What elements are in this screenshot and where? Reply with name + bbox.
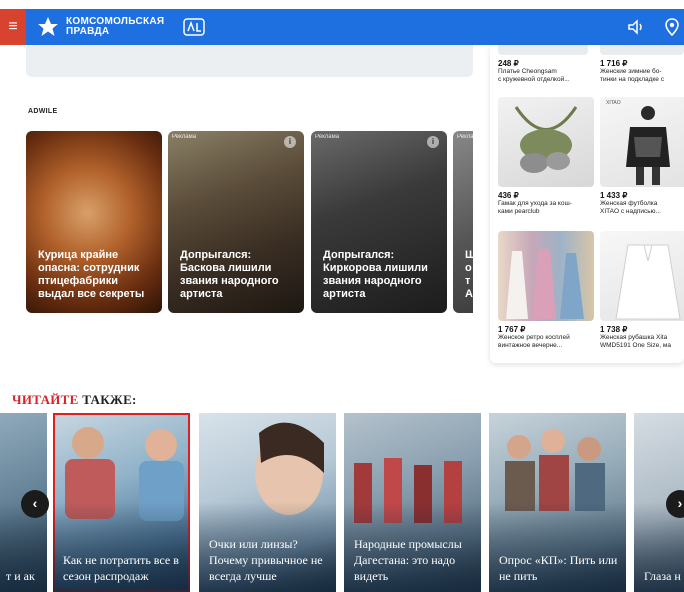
product-name: Платье Cheongsam [498, 68, 557, 75]
site-logo[interactable]: КОМСОМОЛЬСКАЯ ПРАВДА [36, 15, 206, 39]
product-brand-tag: XITAO [606, 100, 621, 106]
article-title: Глаза н сегодн завтра [644, 569, 684, 583]
product-name: Женские зимние бо- [600, 68, 662, 75]
product-name: XITAO с надписью... [600, 208, 661, 215]
retro-dress-image [506, 249, 584, 319]
product-card[interactable]: 248 ₽ Платье Cheongsam с кружевной отдел… [498, 59, 594, 84]
product-name: винтажное вечерне... [498, 342, 563, 349]
product-image [498, 97, 594, 187]
article-card[interactable]: Опрос «КП»: Пить или не пить [489, 413, 626, 592]
read-also-heading: ЧИТАЙТЕ ТАКЖЕ: [12, 392, 137, 408]
product-price: 436 ₽ [498, 191, 519, 200]
ad-card-title: Допрыгался: Киркорова лишили звания наро… [323, 249, 428, 300]
ad-card[interactable]: Курица крайне опасна: сотрудник птицефаб… [26, 131, 162, 313]
info-icon[interactable]: i [284, 136, 296, 148]
product-image [600, 231, 684, 321]
product-card[interactable]: XITAO 1 433 ₽ Женская футболка XITAO с н… [600, 97, 684, 216]
ad-card[interactable]: Реклама i Допрыгался: Киркорова лишили з… [311, 131, 447, 313]
menu-button[interactable]: ≡ [0, 9, 26, 45]
product-name: ками pearclub [498, 208, 540, 215]
ad-card-title: Ш о т А [465, 249, 473, 300]
ad-badge: Реклама [172, 134, 197, 140]
product-price: 1 433 ₽ [600, 191, 628, 200]
ad-card-title: Допрыгался: Баскова лишили звания народн… [180, 249, 279, 300]
product-name: Женская футболка [600, 200, 658, 207]
article-title: Опрос «КП»: Пить или не пить [499, 553, 618, 583]
info-icon[interactable]: i [427, 136, 439, 148]
product-name: Женская рубашка Xita [600, 334, 668, 341]
speaker-icon[interactable] [626, 17, 646, 37]
ad-card[interactable]: Реклама i Допрыгался: Баскова лишили зва… [168, 131, 304, 313]
ad-badge: Реклама [457, 134, 473, 140]
site-header: ≡ КОМСОМОЛЬСКАЯ ПРАВДА [0, 9, 684, 45]
ad-network-label: ADWILE [28, 108, 58, 115]
product-name: WMD5191 One Size, ма [600, 342, 671, 349]
product-image-placeholder [600, 45, 684, 55]
product-price: 1 716 ₽ [600, 59, 628, 68]
white-shirt-image [615, 244, 681, 320]
article-card[interactable]: Как не потратить все в сезон распродаж [53, 413, 190, 592]
read-also-heading-red: ЧИТАЙТЕ [12, 392, 79, 407]
ad-card[interactable]: Реклама Ш о т А [453, 131, 473, 313]
product-price: 1 767 ₽ [498, 325, 526, 334]
product-card[interactable]: 436 ₽ Гамак для ухода за кош- ками pearc… [498, 97, 594, 216]
article-card[interactable]: Народные промыслы Дагестана: это надо ви… [344, 413, 481, 592]
article-title: Народные промыслы Дагестана: это надо ви… [354, 537, 462, 583]
location-pin-icon[interactable] [662, 17, 682, 37]
logo-ru-icon [183, 18, 205, 36]
logo-star-icon [38, 17, 58, 36]
product-card[interactable]: 1 716 ₽ Женские зимние бо- тинки на подк… [600, 59, 684, 84]
read-also-heading-dark: ТАКЖЕ: [82, 392, 137, 407]
article-title: Как не потратить все в сезон распродаж [63, 553, 179, 583]
product-name: тинки на подкладке с [600, 76, 664, 83]
product-price: 248 ₽ [498, 59, 519, 68]
article-title: т и ак [6, 569, 35, 583]
hammock-cat-image [514, 106, 578, 173]
product-card[interactable]: 1 738 ₽ Женская рубашка Xita WMD5191 One… [600, 231, 684, 350]
product-image [498, 231, 594, 321]
article-card[interactable]: Очки или линзы? Почему привычное не всег… [199, 413, 336, 592]
tshirt-model-image [626, 106, 670, 185]
product-name: Женское ретро косплей [498, 334, 570, 341]
logo-text: КОМСОМОЛЬСКАЯ ПРАВДА [66, 16, 165, 37]
carousel-prev-button[interactable]: ‹ [21, 490, 49, 518]
product-price: 1 738 ₽ [600, 325, 628, 334]
read-also-carousel: т и ак Как не потратить все в сезон расп… [0, 413, 684, 592]
hamburger-icon: ≡ [8, 18, 18, 35]
ad-carousel: Курица крайне опасна: сотрудник птицефаб… [26, 131, 473, 313]
ad-badge: Реклама [315, 134, 340, 140]
product-name: с кружевной отделкой... [498, 76, 570, 83]
product-image-placeholder [498, 45, 588, 55]
content-placeholder [26, 45, 473, 77]
product-name: Гамак для ухода за кош- [498, 200, 572, 207]
ad-card-title: Курица крайне опасна: сотрудник птицефаб… [38, 249, 145, 300]
product-image: XITAO [600, 97, 684, 187]
product-card[interactable]: 1 767 ₽ Женское ретро косплей винтажное … [498, 231, 594, 350]
product-ads: 248 ₽ Платье Cheongsam с кружевной отдел… [490, 45, 684, 363]
article-title: Очки или линзы? Почему привычное не всег… [209, 537, 323, 583]
